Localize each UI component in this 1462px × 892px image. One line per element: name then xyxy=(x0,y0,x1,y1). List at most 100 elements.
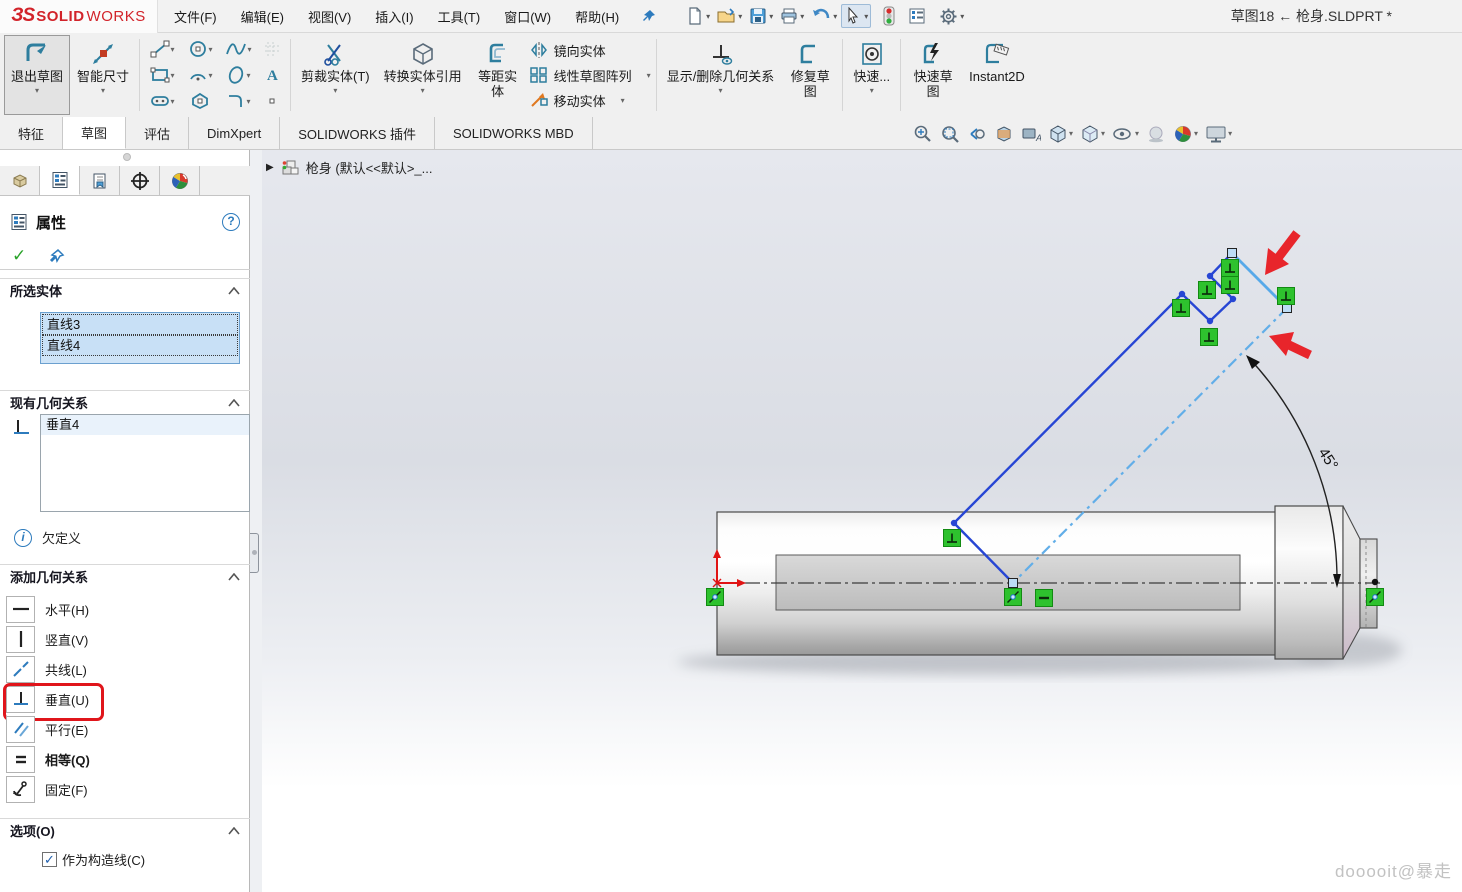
dropdown-caret-icon[interactable]: ▾ xyxy=(800,12,804,21)
dropdown-caret-icon[interactable]: ▾ xyxy=(1069,129,1073,138)
relation-collinear-button[interactable]: 共线(L) xyxy=(6,654,156,684)
tab-feature-manager[interactable] xyxy=(0,166,40,195)
rapid-sketch-button[interactable]: 快速草图 xyxy=(904,35,962,115)
dropdown-caret-icon[interactable]: ▾ xyxy=(864,12,868,21)
section-view-icon[interactable] xyxy=(993,123,1015,145)
selected-entity-item[interactable]: 直线3 xyxy=(42,314,238,335)
exit-sketch-button[interactable]: 退出草图 ▾ xyxy=(4,35,71,115)
collapse-chevron-icon[interactable] xyxy=(228,283,240,298)
display-style-icon[interactable]: ▾ xyxy=(1079,123,1106,145)
panel-resize-grip[interactable] xyxy=(123,153,131,161)
options-section-header[interactable]: 选项(O) xyxy=(0,818,250,842)
relation-vertical-button[interactable]: 竖直(V) xyxy=(6,624,156,654)
menu-tools[interactable]: 工具(T) xyxy=(426,0,493,33)
dropdown-caret-icon[interactable]: ▾ xyxy=(833,12,837,21)
trim-entities-button[interactable]: 剪裁实体(T) ▾ xyxy=(294,35,377,115)
collapse-chevron-icon[interactable] xyxy=(228,395,240,410)
ok-check-icon[interactable]: ✓ xyxy=(12,246,26,266)
add-relations-section-header[interactable]: 添加几何关系 xyxy=(0,564,250,588)
save-button[interactable]: ▾ xyxy=(746,4,776,28)
horizontal-relation-badge[interactable] xyxy=(1035,589,1053,607)
tab-property-manager[interactable] xyxy=(40,166,80,195)
fillet-tool[interactable]: ▾ xyxy=(219,88,257,114)
rebuild-traffic-light-icon[interactable] xyxy=(880,3,898,29)
zoom-area-icon[interactable] xyxy=(939,123,961,145)
panel-splitter[interactable] xyxy=(250,150,262,892)
mirror-entities-button[interactable]: 镜向实体 xyxy=(527,38,653,63)
dropdown-caret-icon[interactable]: ▾ xyxy=(769,12,773,21)
view-orientation-icon[interactable]: ▾ xyxy=(1047,123,1074,145)
hide-show-items-icon[interactable]: ▾ xyxy=(1111,123,1140,145)
menu-file[interactable]: 文件(F) xyxy=(162,0,229,33)
model-sketch-view[interactable]: 45° xyxy=(262,150,1462,892)
grid-tool[interactable] xyxy=(257,36,287,62)
zoom-fit-icon[interactable] xyxy=(912,123,934,145)
previous-view-icon[interactable] xyxy=(966,123,988,145)
instant2d-button[interactable]: Instant2D xyxy=(962,35,1032,115)
existing-relations-section-header[interactable]: 现有几何关系 xyxy=(0,390,250,414)
dropdown-caret-icon[interactable]: ▾ xyxy=(1194,129,1198,138)
dropdown-caret-icon[interactable]: ▾ xyxy=(1101,129,1105,138)
dropdown-caret-icon[interactable]: ▾ xyxy=(738,12,742,21)
relation-horizontal-button[interactable]: 水平(H) xyxy=(6,594,156,624)
dropdown-caret-icon[interactable]: ▾ xyxy=(718,86,722,95)
print-button[interactable]: ▾ xyxy=(777,4,807,28)
selected-entities-section-header[interactable]: 所选实体 xyxy=(0,278,250,302)
circle-tool[interactable]: ▾ xyxy=(181,36,219,62)
menu-help[interactable]: 帮助(H) xyxy=(563,0,631,33)
menu-view[interactable]: 视图(V) xyxy=(296,0,363,33)
existing-relations-listbox[interactable]: 垂直4 xyxy=(40,414,250,512)
dropdown-caret-icon[interactable]: ▾ xyxy=(1228,129,1232,138)
feature-tree-root-label[interactable]: 枪身 (默认<<默认>_... xyxy=(306,158,433,177)
dropdown-caret-icon[interactable]: ▾ xyxy=(209,45,213,54)
open-button[interactable]: ▾ xyxy=(714,4,745,28)
shadow-view-icon[interactable] xyxy=(1145,123,1167,145)
dropdown-caret-icon[interactable]: ▾ xyxy=(706,12,710,21)
dropdown-caret-icon[interactable]: ▾ xyxy=(247,97,251,106)
collapse-chevron-icon[interactable] xyxy=(228,569,240,584)
menu-edit[interactable]: 编辑(E) xyxy=(229,0,296,33)
selected-entities-listbox[interactable]: 直线3 直线4 xyxy=(40,312,240,364)
dropdown-caret-icon[interactable]: ▾ xyxy=(209,71,213,80)
selected-entity-item[interactable]: 直线4 xyxy=(42,335,238,356)
centerline-end-point[interactable] xyxy=(1371,578,1379,586)
panel-collapse-handle[interactable] xyxy=(250,533,259,573)
line-tool[interactable]: ▾ xyxy=(143,36,181,62)
dropdown-caret-icon[interactable]: ▾ xyxy=(101,86,105,95)
dropdown-caret-icon[interactable]: ▾ xyxy=(1135,129,1139,138)
smart-dimension-button[interactable]: 智能尺寸 ▾ xyxy=(70,35,136,115)
dropdown-caret-icon[interactable]: ▾ xyxy=(870,86,874,95)
construction-line-option[interactable]: ✓ 作为构造线(C) xyxy=(42,850,145,869)
arc-tool[interactable]: ▾ xyxy=(181,62,219,88)
relation-equal-button[interactable]: 相等(Q) xyxy=(6,744,156,774)
flyout-arrow-icon[interactable]: ▶ xyxy=(266,162,274,173)
task-list-icon[interactable] xyxy=(905,4,929,28)
offset-entities-button[interactable]: 等距实体 xyxy=(469,35,527,115)
move-entities-button[interactable]: 移动实体 ▾ xyxy=(527,88,653,113)
tab-features[interactable]: 特征 xyxy=(0,117,64,149)
undo-button[interactable]: ▾ xyxy=(808,4,840,28)
polygon-tool[interactable] xyxy=(181,88,219,114)
rectangle-tool[interactable]: ▾ xyxy=(143,62,181,88)
keep-visible-pin-icon[interactable] xyxy=(48,248,66,264)
spline-tool[interactable]: ▾ xyxy=(219,36,257,62)
tab-solidworks-mbd[interactable]: SOLIDWORKS MBD xyxy=(435,117,593,149)
repair-sketch-button[interactable]: 修复草图 xyxy=(781,35,839,115)
tab-sketch[interactable]: 草图 xyxy=(63,117,127,149)
slot-tool[interactable]: ▾ xyxy=(143,88,181,114)
linear-pattern-button[interactable]: 线性草图阵列 ▾ xyxy=(527,63,653,88)
dropdown-caret-icon[interactable]: ▾ xyxy=(333,86,337,95)
dropdown-caret-icon[interactable]: ▾ xyxy=(35,86,39,95)
display-delete-relations-button[interactable]: 显示/删除几何关系 ▾ xyxy=(660,35,782,115)
quick-snaps-button[interactable]: 快速... ▾ xyxy=(846,35,897,115)
appearances-icon[interactable]: ▾ xyxy=(1172,123,1199,145)
ellipse-tool[interactable]: ▾ xyxy=(219,62,257,88)
tab-configuration-manager[interactable] xyxy=(80,166,120,195)
relation-fix-button[interactable]: 固定(F) xyxy=(6,774,156,804)
collapse-chevron-icon[interactable] xyxy=(228,823,240,838)
graphics-viewport[interactable]: 45° ▶ 枪身 (默认<<默认>_... dooooit@暴走 xyxy=(262,150,1462,892)
convert-entities-button[interactable]: 转换实体引用 ▾ xyxy=(377,35,469,115)
menu-insert[interactable]: 插入(I) xyxy=(363,0,425,33)
dropdown-caret-icon[interactable]: ▾ xyxy=(421,86,425,95)
dropdown-caret-icon[interactable]: ▾ xyxy=(171,97,175,106)
